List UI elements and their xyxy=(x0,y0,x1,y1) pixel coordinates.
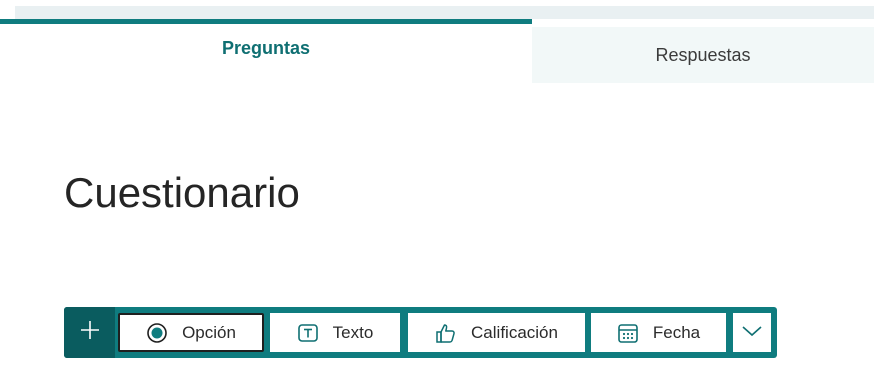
date-question-label: Fecha xyxy=(652,322,701,342)
rating-question-button[interactable]: Calificación xyxy=(408,313,585,352)
choice-question-button[interactable]: Opción xyxy=(118,313,264,352)
top-strip xyxy=(0,0,874,19)
tab-questions[interactable]: Preguntas xyxy=(0,19,532,83)
text-box-icon xyxy=(297,322,319,344)
radio-button-icon xyxy=(146,322,168,344)
thumbs-up-icon xyxy=(435,322,457,344)
text-question-label: Texto xyxy=(332,322,374,342)
add-question-toolbar: Opción Texto Calificación Fecha xyxy=(64,307,777,358)
chevron-down-icon xyxy=(741,323,763,343)
tab-responses[interactable]: Respuestas xyxy=(532,27,874,83)
calendar-icon xyxy=(617,322,639,344)
choice-question-label: Opción xyxy=(182,322,236,342)
add-new-button[interactable] xyxy=(64,307,115,358)
form-title[interactable]: Cuestionario xyxy=(64,167,300,219)
plus-icon xyxy=(80,320,100,345)
date-question-button[interactable]: Fecha xyxy=(591,313,726,352)
text-question-button[interactable]: Texto xyxy=(270,313,400,352)
top-strip-band xyxy=(15,6,874,19)
more-question-types-button[interactable] xyxy=(733,313,771,352)
forms-editor: Preguntas Respuestas Cuestionario Opción xyxy=(0,0,874,379)
rating-question-label: Calificación xyxy=(471,322,558,342)
tab-bar: Preguntas Respuestas xyxy=(0,19,874,83)
